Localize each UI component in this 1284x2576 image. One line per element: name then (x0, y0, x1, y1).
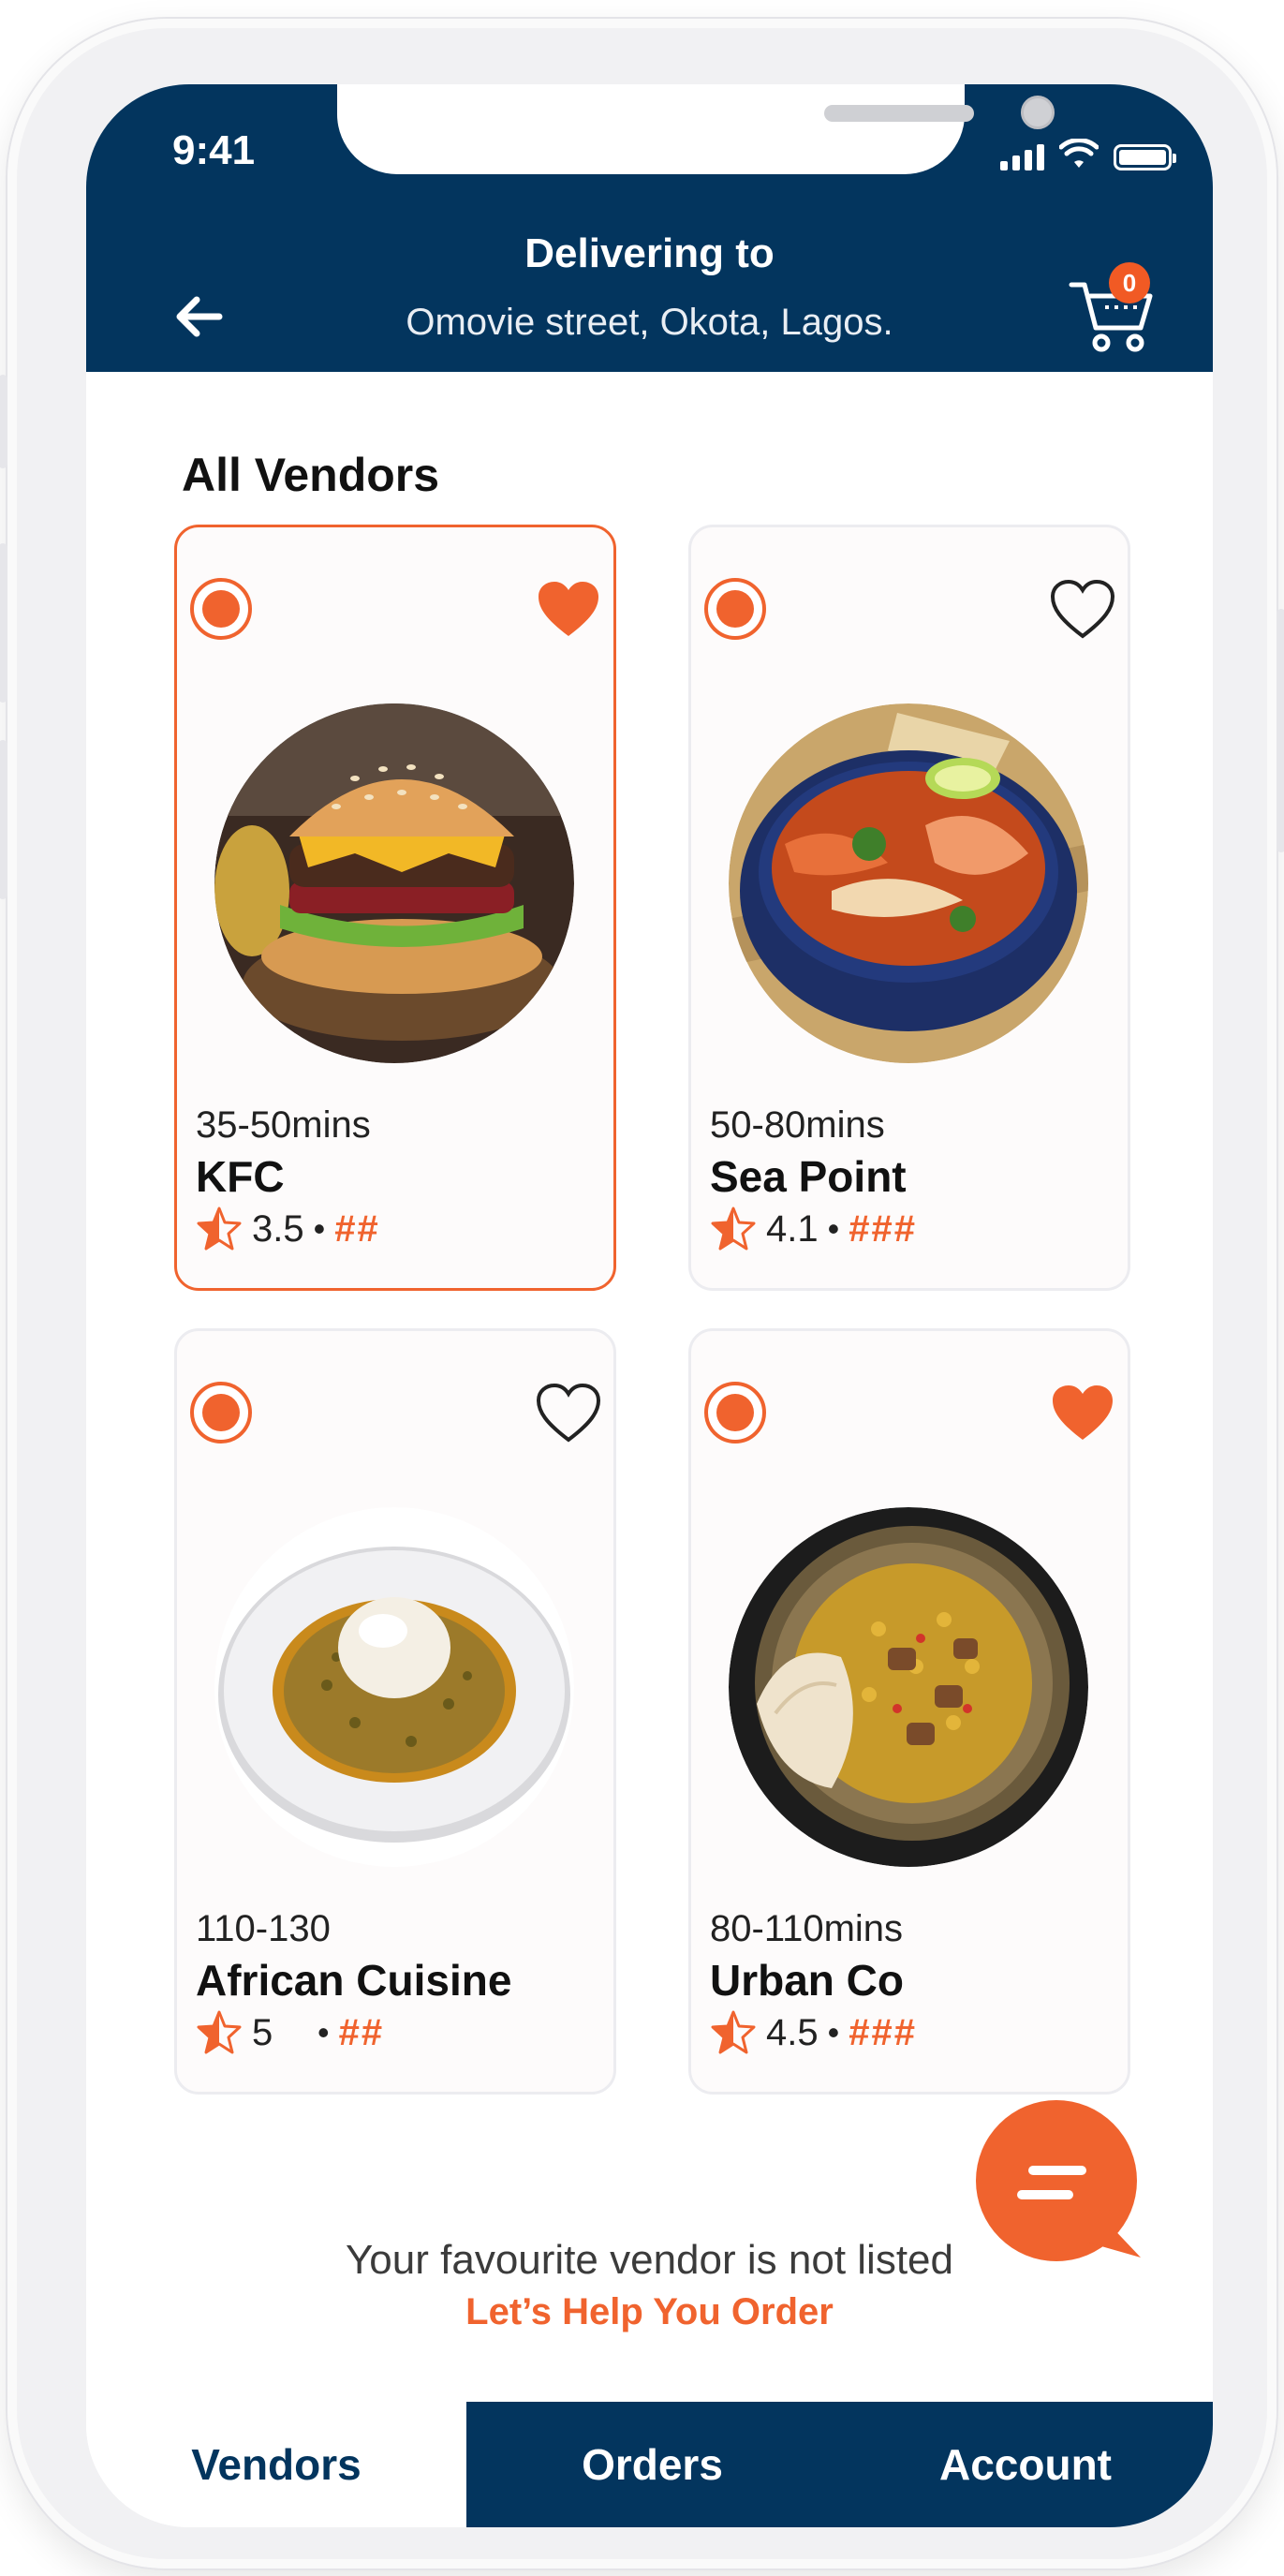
delivery-address[interactable]: Omovie street, Okota, Lagos. (86, 302, 1213, 344)
burger-image (214, 703, 574, 1063)
speaker-grille (824, 105, 974, 122)
vendor-price-level: ### (849, 1207, 917, 1250)
phone-frame: 9:41 Delivering to Omovie street, Okota,… (0, 19, 1284, 2569)
vendor-rating: 5 (252, 2011, 273, 2053)
bottom-tab-bar: Vendors Orders Account (86, 2402, 1213, 2527)
status-time: 9:41 (172, 127, 256, 173)
vendor-eta: 110-130 (196, 1908, 331, 1949)
vendor-card-sea-point[interactable]: 50-80mins Sea Point 4.1 • ### (688, 525, 1130, 1291)
delivery-title: Delivering to (524, 230, 775, 276)
star-icon (711, 2010, 756, 2054)
vendor-rating: 3.5 (252, 1207, 304, 1250)
separator-dot: • (313, 1209, 326, 1248)
vendor-radio[interactable] (190, 1382, 252, 1443)
heart-filled-icon[interactable] (1047, 1378, 1118, 1449)
vendor-meta: 4.5 • ### (710, 2009, 917, 2056)
star-icon (197, 2010, 242, 2054)
vendor-radio[interactable] (704, 578, 766, 640)
cart-count-badge: 0 (1109, 262, 1150, 303)
vendor-radio[interactable] (190, 578, 252, 640)
screen: 9:41 Delivering to Omovie street, Okota,… (86, 84, 1213, 2527)
mute-switch (0, 375, 7, 468)
app-header: 9:41 Delivering to Omovie street, Okota,… (86, 84, 1213, 372)
power-button (1277, 609, 1284, 852)
egusi-fufu-image (214, 1507, 574, 1867)
vendor-meta: 4.1 • ### (710, 1206, 917, 1252)
vendor-card-kfc[interactable]: 35-50mins KFC 3.5 • ## (174, 525, 616, 1291)
vendor-name: Sea Point (710, 1152, 907, 1201)
separator-dot: • (827, 1209, 840, 1248)
vendor-name: African Cuisine (196, 1956, 512, 2005)
vendor-card-urban-co[interactable]: 80-110mins Urban Co 4.5 • ### (688, 1328, 1130, 2095)
signal-icon (1000, 144, 1044, 170)
tab-orders[interactable]: Orders (466, 2402, 838, 2527)
star-icon (197, 1207, 242, 1251)
separator-dot: • (317, 2013, 330, 2051)
battery-icon (1114, 144, 1176, 170)
vendor-rating: 4.5 (766, 2011, 819, 2053)
wifi-icon (1059, 139, 1099, 168)
device-notch (337, 84, 1055, 174)
star-icon (711, 1207, 756, 1251)
vendor-price-level: ## (338, 2011, 385, 2053)
rice-dish-image (729, 1507, 1088, 1867)
vendor-eta: 35-50mins (196, 1104, 371, 1146)
vendor-name: KFC (196, 1152, 285, 1201)
volume-down-button (0, 740, 7, 899)
vendor-eta: 50-80mins (710, 1104, 885, 1146)
vendor-name: Urban Co (710, 1956, 904, 2005)
vendor-rating: 4.1 (766, 1207, 819, 1250)
unlisted-vendor-note: Your favourite vendor is not listed (346, 2237, 953, 2283)
chat-icon (1028, 2166, 1086, 2175)
vendor-price-level: ## (334, 1207, 380, 1250)
section-title: All Vendors (182, 449, 440, 501)
front-camera (1021, 96, 1055, 129)
separator-dot: • (827, 2013, 840, 2051)
heart-outline-icon[interactable] (1047, 574, 1118, 645)
tab-account[interactable]: Account (838, 2402, 1213, 2527)
vendor-meta: 5 • ## (196, 2009, 384, 2056)
vendor-radio[interactable] (704, 1382, 766, 1443)
seafood-soup-image (729, 703, 1088, 1063)
vendor-meta: 3.5 • ## (196, 1206, 380, 1252)
heart-outline-icon[interactable] (533, 1378, 604, 1449)
volume-up-button (0, 543, 7, 703)
help-order-link[interactable]: Let’s Help You Order (86, 2291, 1213, 2333)
vendor-card-african-cuisine[interactable]: 110-130 African Cuisine 5 • ## (174, 1328, 616, 2095)
vendor-eta: 80-110mins (710, 1908, 904, 1949)
status-icons (1000, 139, 1176, 170)
heart-filled-icon[interactable] (533, 574, 604, 645)
tab-vendors[interactable]: Vendors (86, 2402, 466, 2527)
vendor-price-level: ### (849, 2011, 917, 2053)
